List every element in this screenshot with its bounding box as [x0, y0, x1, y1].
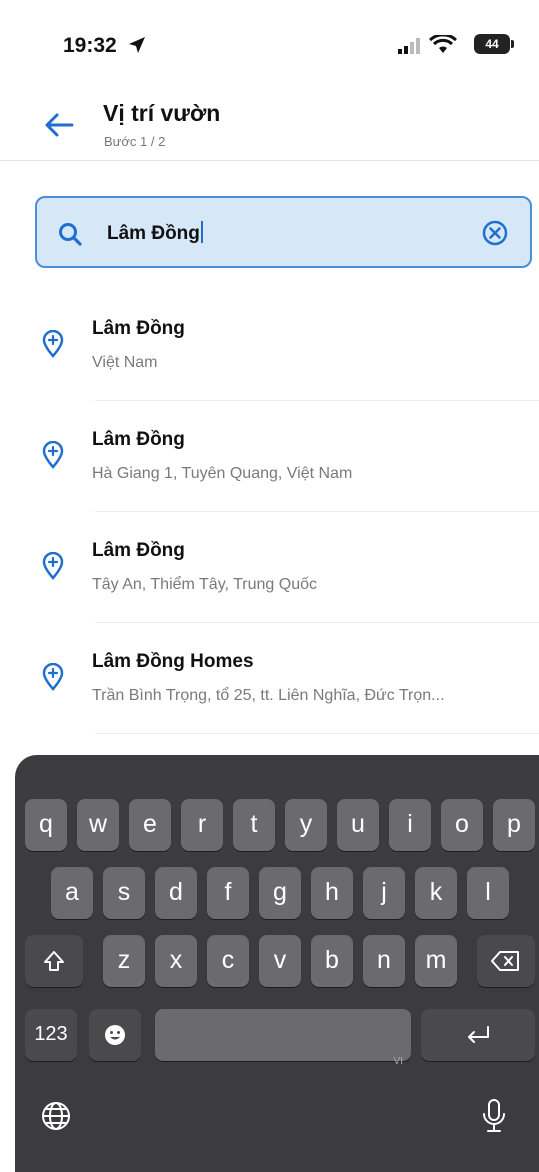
key-o[interactable]: o — [441, 799, 483, 851]
result-subtitle: Việt Nam — [92, 354, 158, 371]
key-q[interactable]: q — [25, 799, 67, 851]
emoji-key[interactable] — [89, 1009, 141, 1061]
location-arrow-icon — [129, 37, 145, 53]
key-z[interactable]: z — [103, 935, 145, 987]
key-p[interactable]: p — [493, 799, 535, 851]
key-d[interactable]: d — [155, 867, 197, 919]
key-m[interactable]: m — [415, 935, 457, 987]
status-bar: 19:32 44 — [0, 0, 539, 80]
key-n[interactable]: n — [363, 935, 405, 987]
backspace-icon — [491, 951, 519, 972]
page-header: Vị trí vườn Bước 1 / 2 — [0, 90, 539, 161]
key-t[interactable]: t — [233, 799, 275, 851]
search-icon — [59, 223, 82, 246]
key-b[interactable]: b — [311, 935, 353, 987]
key-l[interactable]: l — [467, 867, 509, 919]
result-subtitle: Tây An, Thiểm Tây, Trung Quốc — [92, 576, 317, 593]
key-u[interactable]: u — [337, 799, 379, 851]
search-input-value: Lâm Đồng — [107, 223, 200, 244]
return-icon — [468, 1026, 489, 1044]
step-indicator: Bước 1 / 2 — [104, 134, 166, 149]
key-c[interactable]: c — [207, 935, 249, 987]
key-k[interactable]: k — [415, 867, 457, 919]
battery-indicator: 44 — [474, 34, 514, 54]
search-input[interactable]: Lâm Đồng — [107, 221, 203, 245]
result-item[interactable]: Lâm Đồng Tây An, Thiểm Tây, Trung Quốc — [0, 512, 539, 623]
location-pin-icon — [42, 552, 64, 580]
key-y[interactable]: y — [285, 799, 327, 851]
key-r[interactable]: r — [181, 799, 223, 851]
wifi-icon — [429, 35, 457, 53]
globe-icon[interactable] — [40, 1100, 72, 1132]
result-item[interactable]: Lâm Đồng Hà Giang 1, Tuyên Quang, Việt N… — [0, 401, 539, 512]
space-key[interactable]: VI — [155, 1009, 411, 1067]
key-v[interactable]: v — [259, 935, 301, 987]
clear-icon[interactable] — [480, 218, 510, 248]
location-pin-icon — [42, 663, 64, 691]
status-time: 19:32 — [63, 34, 117, 57]
shift-icon — [44, 951, 64, 972]
shift-key[interactable] — [25, 935, 83, 987]
result-title: Lâm Đồng — [92, 318, 185, 339]
divider — [95, 733, 539, 734]
result-title: Lâm Đồng — [92, 429, 185, 450]
backspace-key[interactable] — [477, 935, 535, 987]
numbers-key[interactable]: 123 — [25, 1009, 77, 1061]
search-field[interactable]: Lâm Đồng — [35, 196, 532, 268]
result-item[interactable]: Lâm Đồng Việt Nam — [0, 290, 539, 401]
key-i[interactable]: i — [389, 799, 431, 851]
emoji-icon — [105, 1025, 125, 1046]
key-f[interactable]: f — [207, 867, 249, 919]
page-title: Vị trí vườn — [103, 100, 221, 126]
microphone-icon[interactable] — [481, 1098, 507, 1134]
key-j[interactable]: j — [363, 867, 405, 919]
key-e[interactable]: e — [129, 799, 171, 851]
keyboard-language: VI — [393, 1056, 403, 1067]
key-h[interactable]: h — [311, 867, 353, 919]
key-s[interactable]: s — [103, 867, 145, 919]
on-screen-keyboard: q w e r t y u i o p a s d f g h j k l z … — [15, 755, 539, 1172]
location-pin-icon — [42, 441, 64, 469]
result-subtitle: Hà Giang 1, Tuyên Quang, Việt Nam — [92, 465, 353, 482]
signal-icon — [398, 38, 420, 54]
key-g[interactable]: g — [259, 867, 301, 919]
result-item[interactable]: Lâm Đồng Homes Trần Bình Trọng, tổ 25, t… — [0, 623, 539, 734]
back-arrow-icon[interactable] — [42, 110, 76, 140]
key-w[interactable]: w — [77, 799, 119, 851]
location-pin-icon — [42, 330, 64, 358]
key-a[interactable]: a — [51, 867, 93, 919]
results-list: Lâm Đồng Việt Nam Lâm Đồng Hà Giang 1, T… — [0, 290, 539, 734]
key-x[interactable]: x — [155, 935, 197, 987]
result-subtitle: Trần Bình Trọng, tổ 25, tt. Liên Nghĩa, … — [92, 687, 445, 704]
return-key[interactable] — [421, 1009, 535, 1061]
result-title: Lâm Đồng — [92, 540, 185, 561]
result-title: Lâm Đồng Homes — [92, 651, 254, 672]
text-caret — [200, 221, 203, 243]
